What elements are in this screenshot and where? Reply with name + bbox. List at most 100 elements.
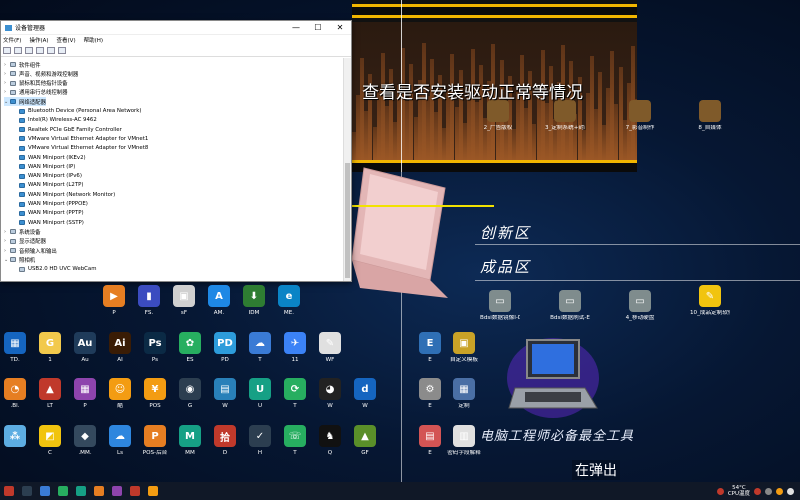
desktop-shortcut[interactable]: dW — [345, 378, 385, 410]
device-category[interactable]: ⌄ 照相机 — [4, 255, 35, 264]
desktop-shortcut[interactable]: ▲ LT — [30, 378, 70, 410]
desktop-shortcut[interactable]: ▣ sF — [164, 285, 204, 317]
desktop-shortcut[interactable]: UU — [240, 378, 280, 410]
tray-network-icon[interactable] — [787, 487, 794, 495]
desktop-shortcut[interactable]: ✎ WF — [310, 332, 350, 364]
device-category[interactable]: ⌄ 网络适配器 — [4, 97, 46, 107]
device-item[interactable]: WAN Miniport (IP) — [19, 162, 75, 171]
desktop-shortcut[interactable]: ☺ 酷 — [100, 378, 140, 410]
desktop-shortcut[interactable]: ⬇ IDM — [234, 285, 274, 317]
device-item[interactable]: VMware Virtual Ethernet Adapter for VMne… — [19, 144, 148, 153]
device-category[interactable]: › 声音、视频和游戏控制器 — [4, 69, 78, 78]
desktop-shortcut[interactable]: ▦ 定制 — [444, 378, 484, 410]
scrollbar-thumb[interactable] — [345, 163, 350, 278]
desktop-shortcut[interactable]: ◆ .MM. — [65, 425, 105, 457]
desktop-shortcut[interactable]: ✎ 10_成品定制软件 — [690, 285, 730, 317]
device-category[interactable]: › 系统设备 — [4, 227, 41, 236]
scan-icon[interactable] — [36, 47, 44, 54]
menu-file[interactable]: 文件(F) — [3, 36, 21, 44]
desktop-shortcut[interactable]: ▭ Bdsi数据刷试-E — [550, 290, 590, 322]
tray-record-icon[interactable] — [716, 487, 724, 495]
device-item[interactable]: WAN Miniport (PPTP) — [19, 209, 84, 218]
taskbar-app-icon[interactable] — [94, 486, 104, 496]
desktop-shortcut[interactable]: e ME. — [269, 285, 309, 317]
device-category[interactable]: › 软件组件 — [4, 60, 41, 69]
desktop-shortcut[interactable]: ☁ Ls — [100, 425, 140, 457]
taskbar-app-icon[interactable] — [76, 486, 86, 496]
desktop-shortcut[interactable]: ⟳ T — [275, 378, 315, 410]
back-icon[interactable] — [3, 47, 11, 54]
forward-icon[interactable] — [14, 47, 22, 54]
taskbar-app-icon[interactable] — [22, 486, 32, 496]
desktop-shortcut[interactable]: 拾D — [205, 425, 245, 457]
desktop-shortcut[interactable]: ¥ POS — [135, 378, 175, 410]
properties-icon[interactable] — [25, 47, 33, 54]
device-category[interactable]: › 通用串行总线控制器 — [4, 88, 68, 97]
taskbar-app-icon[interactable] — [58, 486, 68, 496]
desktop-shortcut[interactable]: G1 — [30, 332, 70, 364]
device-item[interactable]: VMware Virtual Ethernet Adapter for VMne… — [19, 134, 148, 143]
desktop-shortcut[interactable]: Ps Ps — [135, 332, 175, 364]
desktop-shortcut[interactable]: ▮ FS. — [129, 285, 169, 317]
taskbar-app-icon[interactable] — [148, 486, 158, 496]
desktop-shortcut[interactable]: 2_广告版权 — [478, 100, 518, 132]
minimize-button[interactable]: — — [285, 23, 307, 32]
menu-action[interactable]: 操作(A) — [29, 36, 48, 44]
desktop-shortcut[interactable]: ▭ Bdsi数据镜像I-D — [480, 290, 520, 322]
device-item[interactable]: Realtek PCIe GbE Family Controller — [19, 125, 122, 134]
desktop-shortcut[interactable]: A AM. — [199, 285, 239, 317]
device-item[interactable]: USB2.0 HD UVC WebCam — [19, 265, 96, 274]
maximize-button[interactable]: ☐ — [307, 23, 329, 32]
device-item[interactable]: WAN Miniport (PPPOE) — [19, 200, 88, 209]
window-titlebar[interactable]: 设备管理器 — ☐ ✕ — [1, 21, 351, 35]
device-item[interactable]: Intel(R) Wireless-AC 9462 — [19, 116, 97, 125]
device-item[interactable]: Bluetooth Device (Personal Area Network) — [19, 107, 142, 116]
desktop-shortcut[interactable]: PD PD — [205, 332, 245, 364]
menu-help[interactable]: 帮助(H) — [84, 36, 103, 44]
device-category[interactable]: › 音频输入和输出 — [4, 246, 57, 255]
device-item[interactable]: WAN Miniport (IPv6) — [19, 172, 82, 181]
taskbar-app-icon[interactable] — [130, 486, 140, 496]
desktop-shortcut[interactable]: ◉ G — [170, 378, 210, 410]
menu-view[interactable]: 查看(V) — [57, 36, 76, 44]
device-category[interactable]: › 鼠标和其他指针设备 — [4, 79, 68, 88]
taskbar-app-icon[interactable] — [4, 486, 14, 496]
desktop-shortcut[interactable]: ▥ 密码字段解释 — [444, 425, 484, 457]
desktop-shortcut[interactable]: Ai AI — [100, 332, 140, 364]
taskbar-app-icon[interactable] — [40, 486, 50, 496]
tray-app-icon-3[interactable] — [776, 487, 783, 495]
close-button[interactable]: ✕ — [329, 23, 351, 32]
device-item[interactable]: WAN Miniport (SSTP) — [19, 218, 84, 227]
help-icon[interactable] — [47, 47, 55, 54]
desktop-shortcut[interactable]: ✓ H — [240, 425, 280, 457]
tray-app-icon-1[interactable] — [754, 487, 761, 495]
desktop-shortcut[interactable]: 8_自媒体 — [690, 100, 730, 132]
device-manager-window[interactable]: 设备管理器 — ☐ ✕ 文件(F) 操作(A) 查看(V) 帮助(H) › 软件组… — [0, 20, 352, 282]
desktop-shortcut[interactable]: ◕ W — [310, 378, 350, 410]
desktop-shortcut[interactable]: ▣ 自定义模板 — [444, 332, 484, 364]
desktop-shortcut[interactable]: ☁ T — [240, 332, 280, 364]
taskbar-app-icon[interactable] — [112, 486, 122, 496]
desktop-shortcut[interactable]: 3_定制系统+封装技术 — [545, 100, 585, 132]
desktop-shortcut[interactable]: ▲ GF — [345, 425, 385, 457]
desktop-shortcut[interactable]: ◩ C — [30, 425, 70, 457]
desktop-shortcut[interactable]: ▦ P — [65, 378, 105, 410]
desktop-shortcut[interactable]: ✈ 11 — [275, 332, 315, 364]
desktop-shortcut[interactable]: ✿ ES — [170, 332, 210, 364]
tree-scrollbar[interactable] — [343, 58, 351, 281]
desktop-shortcut[interactable]: ▶ P — [94, 285, 134, 317]
desktop-shortcut[interactable]: ▤ W — [205, 378, 245, 410]
desktop-shortcut[interactable]: P POS-后台 — [135, 425, 175, 457]
monitor-icon[interactable] — [58, 47, 66, 54]
device-item[interactable]: WAN Miniport (Network Monitor) — [19, 190, 115, 199]
desktop-shortcut[interactable]: ♞ Q — [310, 425, 350, 457]
desktop-shortcut[interactable]: ☏ T — [275, 425, 315, 457]
device-item[interactable]: WAN Miniport (IKEv2) — [19, 153, 86, 162]
tray-app-icon-2[interactable] — [765, 487, 772, 495]
device-category[interactable]: › 显示适配器 — [4, 237, 46, 246]
desktop-shortcut[interactable]: 7_影音制作 — [620, 100, 660, 132]
device-item[interactable]: WAN Miniport (L2TP) — [19, 181, 83, 190]
device-tree[interactable]: › 软件组件 › 声音、视频和游戏控制器 › 鼠标和其他指针设备 › 通用串行总线控制器 ⌄ 网络… — [1, 58, 343, 281]
desktop-shortcut[interactable]: ▭ 4_移动硬盘 — [620, 290, 660, 322]
desktop-shortcut[interactable]: Au Au — [65, 332, 105, 364]
